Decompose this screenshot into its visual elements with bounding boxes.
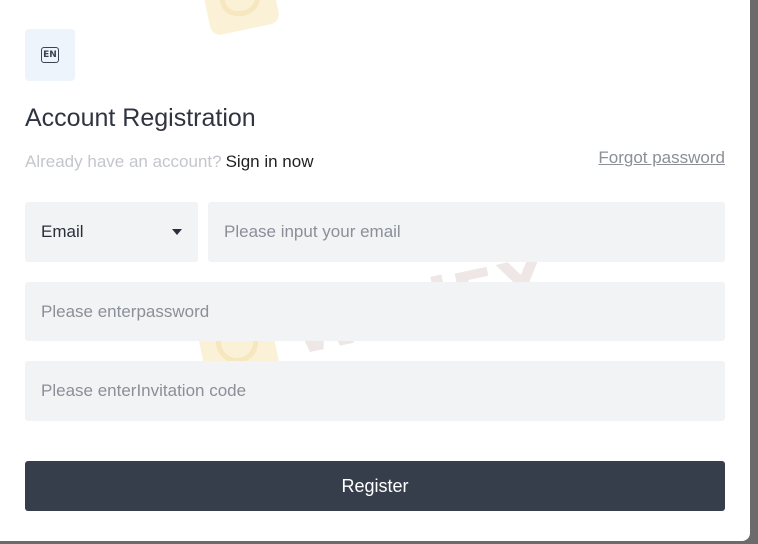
page-title: Account Registration	[25, 104, 256, 132]
email-input[interactable]	[224, 202, 725, 262]
signin-question: Already have an account?	[25, 152, 222, 171]
invitation-field-wrapper	[25, 361, 725, 421]
language-en-icon: EN	[41, 47, 59, 63]
signin-prompt: Already have an account? Sign in now	[25, 152, 313, 172]
language-button[interactable]: EN	[25, 29, 75, 81]
account-type-value: Email	[41, 222, 84, 241]
password-field-wrapper	[25, 282, 725, 341]
sign-in-link[interactable]: Sign in now	[226, 152, 314, 171]
watermark-logo-top	[199, 0, 281, 37]
forgot-password-link[interactable]: Forgot password	[598, 148, 725, 168]
account-type-select[interactable]: Email	[25, 202, 198, 262]
register-button[interactable]: Register	[25, 461, 725, 511]
invitation-code-input[interactable]	[41, 361, 725, 421]
registration-modal: WikiFX EN Account Registration Already h…	[0, 0, 750, 541]
email-field-wrapper	[208, 202, 725, 262]
password-input[interactable]	[41, 282, 725, 341]
caret-down-icon	[172, 229, 182, 235]
